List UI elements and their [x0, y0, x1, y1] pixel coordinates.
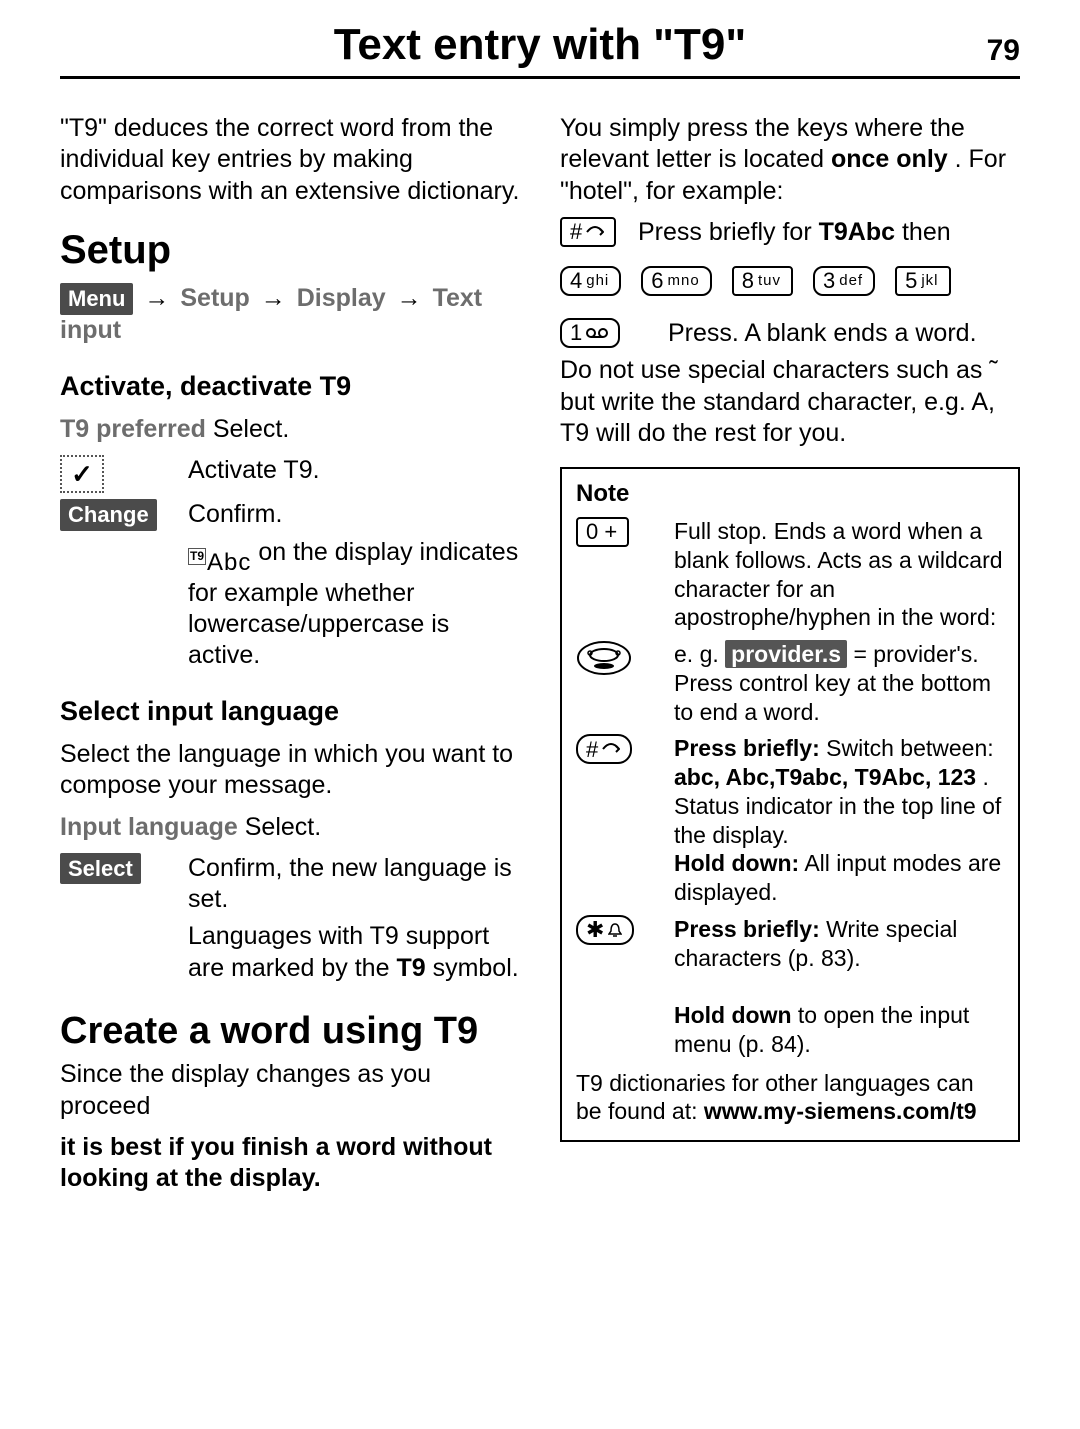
right-intro: You simply press the keys where the rele…	[560, 113, 1020, 207]
create-p2: it is best if you finish a word without …	[60, 1132, 520, 1195]
menu-softkey: Menu	[60, 283, 133, 315]
right-column: You simply press the keys where the rele…	[560, 113, 1020, 1204]
right-intro-bold: once only	[831, 145, 948, 173]
select-word-2: Select.	[245, 813, 321, 841]
phone-key-4: 4ghi	[560, 266, 621, 296]
breadcrumb-display: Display	[297, 284, 386, 312]
star-briefly-bold: Press briefly:	[674, 916, 820, 942]
content-columns: "T9" deduces the correct word from the i…	[60, 113, 1020, 1204]
input-language-label: Input language	[60, 813, 238, 841]
press-briefly-for: Press briefly for	[638, 218, 812, 246]
activate-text: Activate T9.	[188, 455, 520, 486]
hash-briefly-1: Switch between:	[826, 735, 993, 761]
lang-note-bold: T9	[396, 954, 425, 982]
note-hash-row: # Press briefly: Switch between: abc, Ab…	[576, 734, 1004, 907]
lang-para: Select the language in which you want to…	[60, 739, 520, 802]
select-word: Select.	[213, 415, 289, 443]
hash-key-icon-2: #	[576, 734, 632, 764]
arrow-icon: →	[140, 284, 173, 312]
t9-preferred-line: T9 preferred Select.	[60, 414, 520, 445]
page-number: 79	[987, 34, 1020, 68]
lang-note-2: symbol.	[433, 954, 519, 982]
change-softkey: Change	[60, 499, 157, 531]
no-special-para: Do not use special characters such as ˜ …	[560, 355, 1020, 449]
star-key-icon: ✱	[576, 915, 634, 945]
intro-paragraph: "T9" deduces the correct word from the i…	[60, 113, 520, 207]
note-footer-url: www.my-siemens.com/t9	[704, 1098, 977, 1124]
bell-icon	[608, 922, 622, 938]
provider-box: provider.s	[725, 640, 847, 668]
then: then	[902, 218, 951, 246]
setup-heading: Setup	[60, 225, 520, 275]
t9abc-bold: T9Abc	[819, 218, 895, 246]
zero-text: Full stop. Ends a word when a blank foll…	[674, 517, 1004, 632]
hash-modes: abc, Abc,T9abc, T9Abc, 123	[674, 764, 976, 790]
hash-key-icon: #	[560, 217, 616, 247]
phone-key-8: 8tuv	[732, 266, 793, 296]
note-footer: T9 dictionaries for other languages can …	[576, 1069, 1004, 1127]
one-key-icon: 1	[560, 318, 620, 348]
arrow-icon: →	[393, 284, 426, 312]
note-zero-row: 0 + Full stop. Ends a word when a blank …	[576, 517, 1004, 632]
note-star-row: ✱ Press briefly: Write special character…	[576, 915, 1004, 1059]
hash-hold-bold: Hold down:	[674, 850, 799, 876]
control-key-text: Press control key at the bottom to end a…	[674, 669, 1004, 727]
phone-key-3: 3def	[813, 266, 875, 296]
hotel-key-row: 4ghi 6mno 8tuv 3def 5jkl	[560, 266, 1020, 296]
breadcrumb: Menu → Setup → Display → Text input	[60, 283, 520, 346]
left-column: "T9" deduces the correct word from the i…	[60, 113, 520, 1204]
checkbox-icon: ✓	[60, 455, 104, 493]
note-box: Note 0 + Full stop. Ends a word when a b…	[560, 467, 1020, 1142]
blank-ends-text: Press. A blank ends a word.	[668, 318, 1020, 349]
select-softkey: Select	[60, 853, 141, 885]
eg-suffix: = provider's.	[853, 641, 978, 667]
star-hold-bold: Hold down	[674, 1002, 792, 1028]
control-key-icon	[576, 640, 632, 676]
change-row: Change Confirm.	[60, 499, 520, 531]
arrow-icon: →	[257, 284, 290, 312]
page-header: Text entry with "T9" 79	[60, 20, 1020, 79]
activate-row: ✓ Activate T9.	[60, 455, 520, 493]
voicemail-icon	[586, 326, 608, 340]
t9abc-icon: T9Abc	[188, 548, 251, 578]
phone-key-6: 6mno	[641, 266, 711, 296]
lang-heading: Select input language	[60, 695, 520, 729]
phone-key-5: 5jkl	[895, 266, 950, 296]
loop-arrow-icon	[602, 742, 620, 756]
breadcrumb-setup: Setup	[180, 284, 249, 312]
confirm-lang-text: Confirm, the new language is set.	[188, 853, 520, 916]
create-heading: Create a word using T9	[60, 1008, 520, 1056]
select-row: Select Confirm, the new language is set.	[60, 853, 520, 916]
note-heading: Note	[576, 479, 1004, 509]
t9-preferred-label: T9 preferred	[60, 415, 206, 443]
zero-key-icon: 0 +	[576, 517, 629, 547]
hash-briefly-bold: Press briefly:	[674, 735, 820, 761]
eg-prefix: e. g.	[674, 641, 725, 667]
create-p1: Since the display changes as you proceed	[60, 1059, 520, 1122]
input-language-line: Input language Select.	[60, 812, 520, 843]
lang-note-row: Languages with T9 support are marked by …	[60, 921, 520, 984]
activate-heading: Activate, deactivate T9	[60, 370, 520, 404]
page-title: Text entry with "T9"	[334, 20, 747, 70]
one-key-row: 1 Press. A blank ends a word.	[560, 318, 1020, 349]
t9abc-row: T9Abc on the display indicates for examp…	[60, 537, 520, 672]
loop-arrow-icon	[586, 225, 604, 239]
hash-row: # Press briefly for T9Abc then	[560, 217, 1020, 248]
note-control-row: e. g. provider.s = provider's. Press con…	[576, 640, 1004, 726]
confirm-text: Confirm.	[188, 499, 520, 530]
